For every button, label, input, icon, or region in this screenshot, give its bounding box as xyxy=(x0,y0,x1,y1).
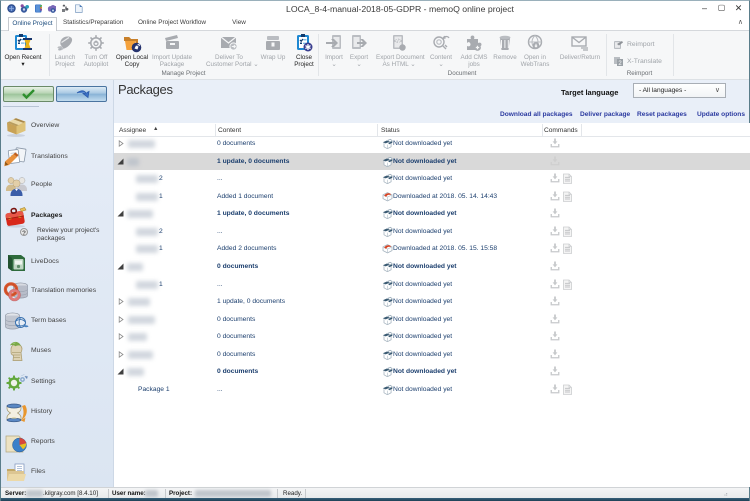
svg-text:</>: </> xyxy=(394,39,403,45)
